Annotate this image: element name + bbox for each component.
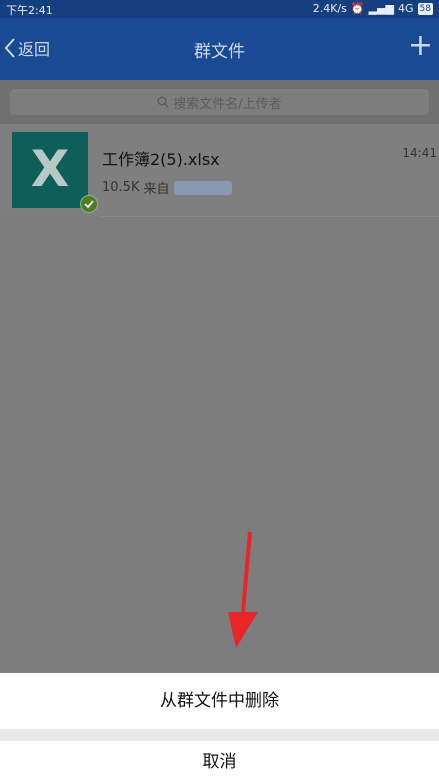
cancel-button[interactable]: 取消 (0, 741, 439, 784)
action-sheet: 从群文件中删除 取消 (0, 673, 439, 784)
sheet-separator (0, 730, 439, 741)
delete-from-group-files-button[interactable]: 从群文件中删除 (0, 673, 439, 730)
annotation-arrow-icon (228, 531, 258, 648)
